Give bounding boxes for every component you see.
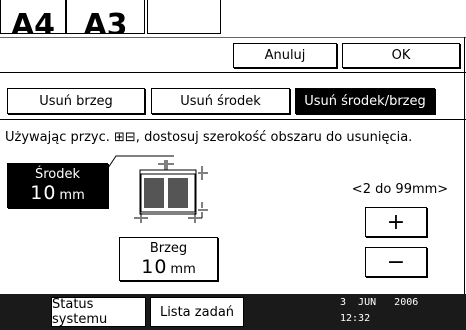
system-status-button[interactable]: Status systemu: [51, 297, 146, 327]
top-cell-1[interactable]: A4: [0, 0, 66, 34]
center-label: Środek: [34, 167, 81, 182]
time-display: 12:32: [340, 313, 371, 324]
cancel-label: Anuluj: [264, 48, 306, 63]
ok-label: OK: [391, 48, 411, 63]
tab-erase-center[interactable]: Usuń środek: [151, 88, 290, 114]
top-cell-2-label: A3: [83, 8, 128, 34]
system-status-label: Status systemu: [52, 297, 108, 327]
tab-erase-center-label: Usuń środek: [180, 93, 261, 109]
instruction-text: Używając przyc. ⊞⊟, dostosuj szerokość o…: [5, 130, 413, 145]
edge-value: 10 mm: [141, 256, 196, 278]
job-list-label: Lista zadań: [159, 304, 235, 320]
center-value-unit: mm: [59, 188, 85, 203]
top-cell-2[interactable]: A3: [66, 0, 145, 34]
ok-button[interactable]: OK: [342, 43, 460, 68]
minus-icon: −: [386, 249, 406, 275]
center-value: 10 mm: [30, 182, 85, 204]
panel-divider-top: [0, 37, 466, 38]
tab-erase-border[interactable]: Usuń brzeg: [7, 88, 145, 114]
top-cell-3[interactable]: [147, 0, 221, 34]
edge-width-button[interactable]: Brzeg 10 mm: [119, 237, 218, 281]
job-list-button[interactable]: Lista zadań: [150, 297, 244, 327]
tab-erase-center-border-label: Usuń środek/brzeg: [304, 93, 426, 109]
edge-label: Brzeg: [149, 240, 188, 256]
center-value-number: 10: [30, 182, 57, 204]
date-display: 3 JUN 2006: [340, 297, 419, 308]
plus-button[interactable]: +: [365, 207, 427, 237]
minus-button[interactable]: −: [365, 247, 427, 277]
center-width-button[interactable]: Środek 10 mm: [7, 163, 108, 208]
top-cell-1-label: A4: [10, 8, 56, 34]
tab-erase-border-label: Usuń brzeg: [39, 93, 113, 109]
cancel-button[interactable]: Anuluj: [233, 43, 337, 68]
edge-value-number: 10: [141, 255, 168, 278]
erase-diagram-icon: [108, 155, 208, 223]
edge-value-unit: mm: [170, 261, 196, 277]
panel-right-border: [464, 37, 465, 294]
tab-erase-center-border[interactable]: Usuń środek/brzeg: [295, 88, 435, 114]
tab-divider: [0, 119, 466, 120]
range-text: <2 do 99mm>: [351, 182, 449, 197]
plus-icon: +: [386, 209, 406, 235]
panel-divider-actions: [0, 72, 466, 73]
